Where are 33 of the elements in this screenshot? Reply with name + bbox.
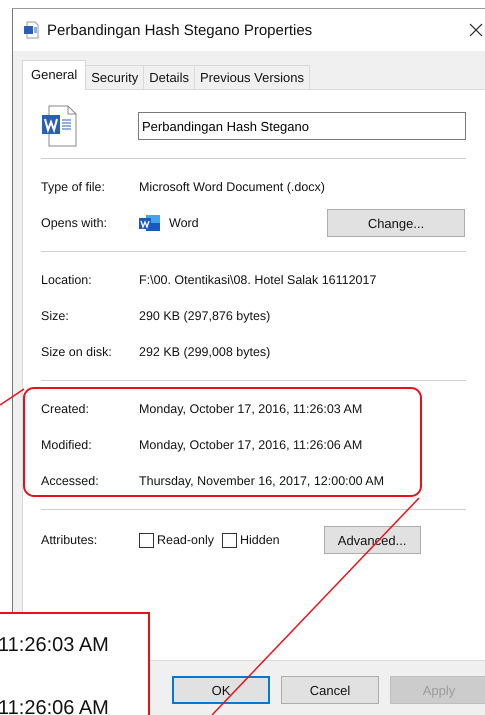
window-title: Perbandingan Hash Stegano Properties [47,22,312,38]
property-label: Created: [41,402,90,416]
property-value: Monday, October 17, 2016, 11:26:06 AM [139,438,362,452]
dialog-button[interactable]: OK [172,676,270,704]
close-icon[interactable] [469,23,483,37]
callout-line [0,388,24,406]
tab[interactable]: Previous Versions [194,65,310,89]
file-name-field[interactable]: Perbandingan Hash Stegano [138,112,466,140]
property-label: Opens with: [41,216,108,230]
change-button[interactable]: Change... [327,209,465,237]
property-value: Thursday, November 16, 2017, 12:00:00 AM [139,474,384,488]
app-icon [139,214,161,232]
property-label: Size: [41,309,70,323]
property-label: Size on disk: [41,345,113,359]
property-value: 290 KB (297,876 bytes) [139,309,270,323]
tab[interactable]: General [22,60,86,90]
property-label: Modified: [41,438,93,452]
checkbox[interactable] [222,532,237,548]
property-label: Type of file: [41,180,106,194]
document-icon [23,21,39,39]
property-label: Attributes: [41,533,98,547]
property-value: Microsoft Word Document (.docx) [139,180,325,194]
document-icon [41,105,77,147]
property-value: F:\00. Otentikasi\08. Hotel Salak 16112017 [139,273,376,287]
checkbox-label[interactable]: Hidden [240,533,280,547]
app-name: Word [169,216,200,230]
dialog-button[interactable]: Cancel [281,676,379,704]
property-label: Location: [41,273,93,287]
property-value: 292 KB (299,008 bytes) [139,345,270,359]
checkbox-label[interactable]: Read-only [157,533,214,547]
property-value: Monday, October 17, 2016, 11:26:03 AM [139,402,362,416]
property-label: Accessed: [41,474,100,488]
checkbox[interactable] [139,532,154,548]
